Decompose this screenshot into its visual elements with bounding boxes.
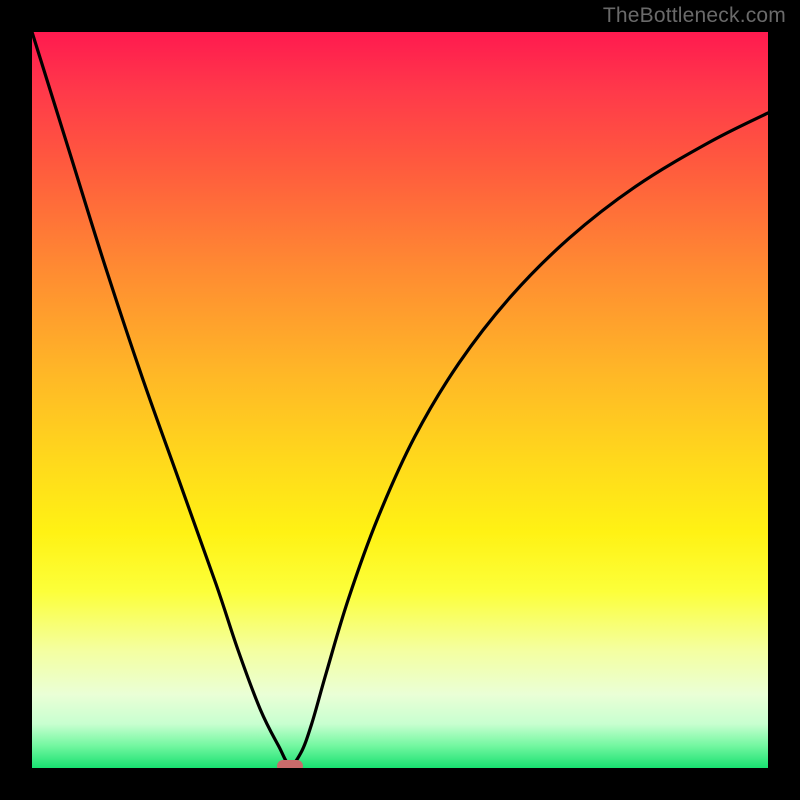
chart-frame: TheBottleneck.com — [0, 0, 800, 800]
plot-area — [32, 32, 768, 768]
minimum-marker — [277, 760, 303, 768]
curve-svg — [32, 32, 768, 768]
watermark-text: TheBottleneck.com — [603, 4, 786, 28]
bottleneck-curve — [32, 32, 768, 765]
